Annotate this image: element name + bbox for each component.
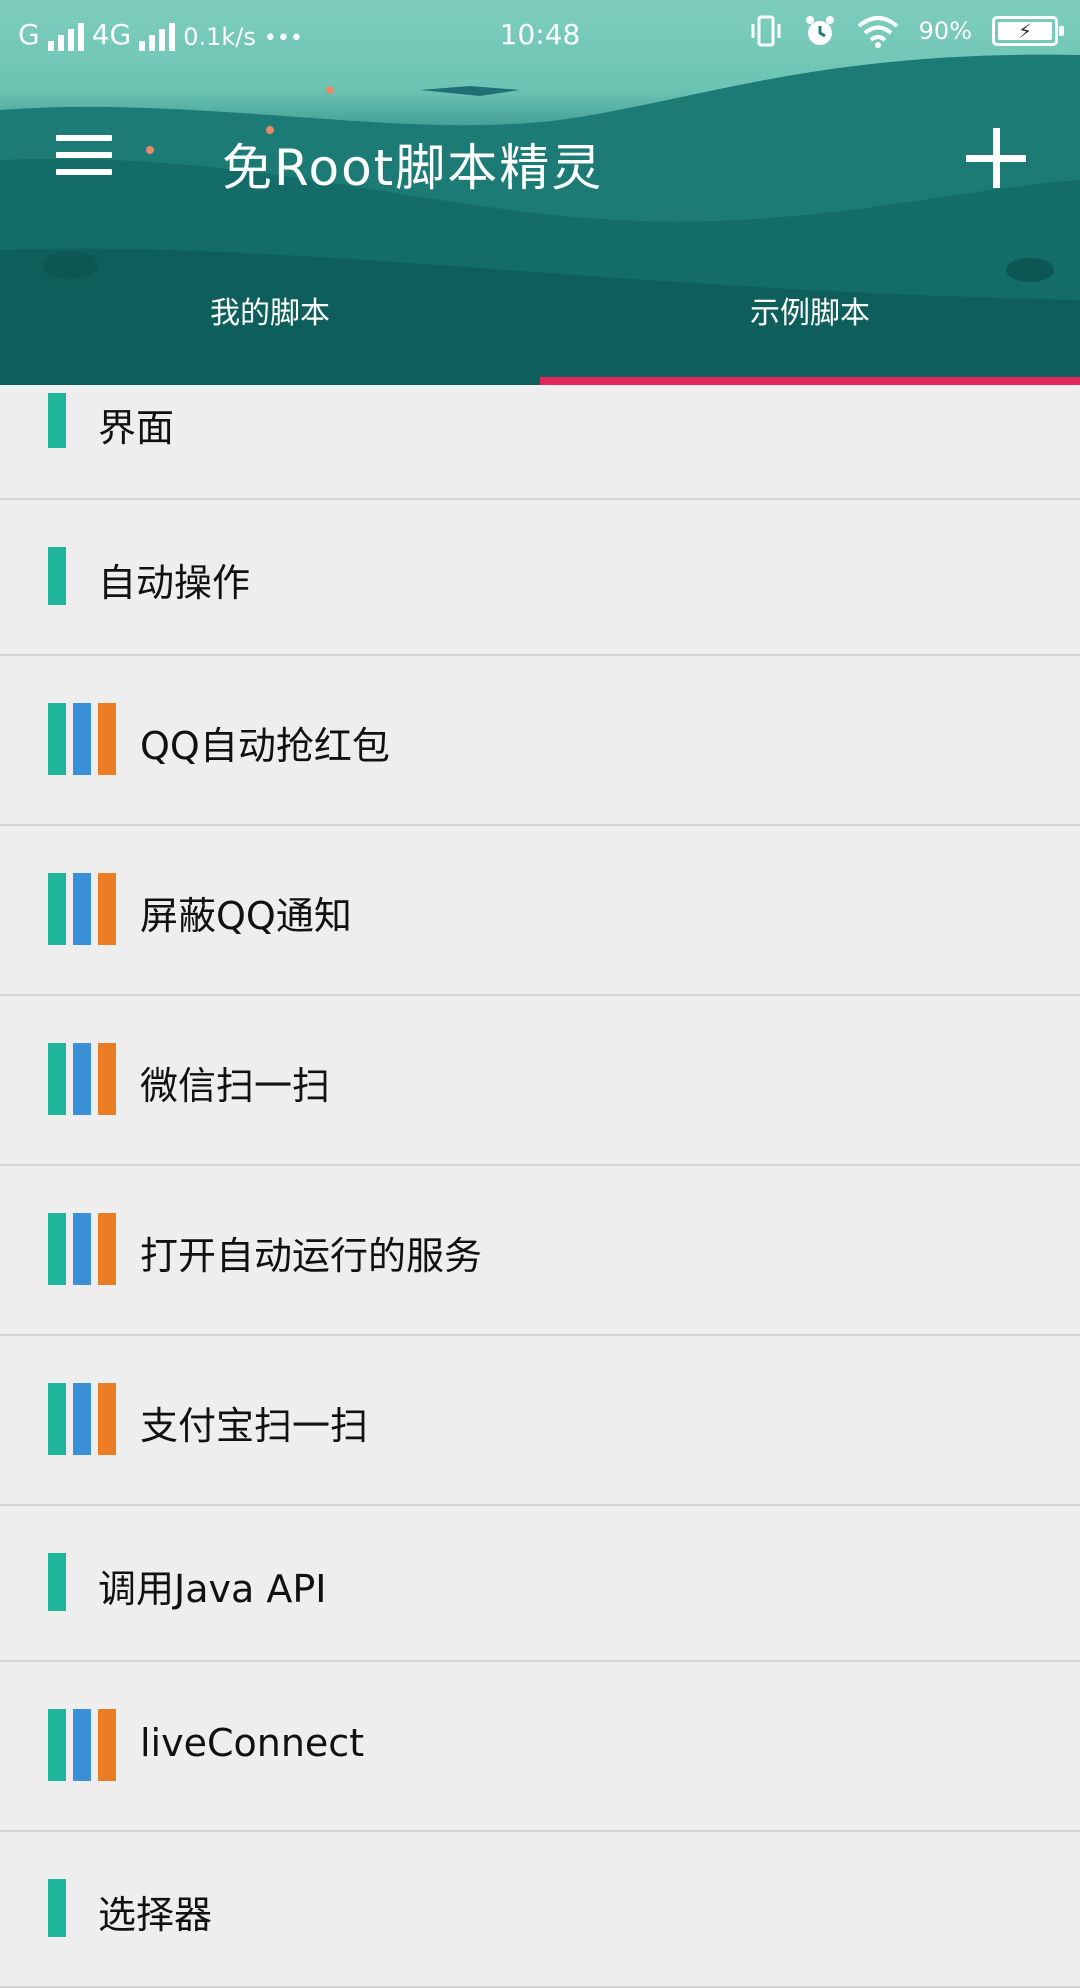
color-bar-icon [48, 547, 66, 605]
list-item[interactable]: 屏蔽QQ通知 [0, 826, 1080, 996]
list-item[interactable]: 选择器 [0, 1832, 1080, 1988]
color-bars-icon [48, 703, 116, 775]
list-item[interactable]: 自动操作 [0, 500, 1080, 656]
wifi-icon [857, 16, 898, 48]
list-item-label: 选择器 [98, 1893, 213, 1937]
bar-green [48, 873, 66, 945]
list-item-label: 调用Java API [98, 1567, 327, 1611]
battery-icon: ⚡ [992, 16, 1064, 46]
status-right: 90% ⚡ [749, 14, 1064, 48]
color-bars-icon [48, 1383, 116, 1455]
tab-label: 我的脚本 [210, 296, 330, 331]
list-item-label: liveConnect [140, 1721, 365, 1765]
tab-indicator [540, 377, 1080, 385]
bar-green [48, 547, 66, 605]
tab-bar: 我的脚本 示例脚本 [0, 280, 1080, 385]
list-item-label: 界面 [98, 405, 175, 450]
bar-green [48, 1553, 66, 1611]
bar-green [48, 1213, 66, 1285]
color-bar-icon [48, 1879, 66, 1937]
list-item[interactable]: 界面 [0, 385, 1080, 500]
tab-my-scripts[interactable]: 我的脚本 [0, 280, 540, 385]
bar-blue [73, 703, 91, 775]
add-button[interactable] [966, 128, 1026, 188]
color-bars-icon [48, 1709, 116, 1781]
bar-orange [98, 703, 116, 775]
tab-label: 示例脚本 [750, 296, 870, 331]
list-item-label: 打开自动运行的服务 [140, 1234, 483, 1278]
vibrate-icon [751, 15, 781, 47]
color-bars-icon [48, 1043, 116, 1115]
bar-green [48, 1709, 66, 1781]
color-bar-icon [48, 393, 66, 448]
list-item-label: 自动操作 [98, 561, 251, 605]
status-bar: G 4G 0.1k/s ••• 10:48 90% ⚡ [0, 0, 1080, 70]
list-item[interactable]: 调用Java API [0, 1506, 1080, 1662]
color-bar-icon [48, 1553, 66, 1611]
list-item-label: 支付宝扫一扫 [140, 1404, 369, 1448]
alarm-icon [805, 16, 834, 45]
list-item[interactable]: 微信扫一扫 [0, 996, 1080, 1166]
menu-button[interactable] [56, 135, 112, 175]
bar-orange [98, 1213, 116, 1285]
bar-green [48, 1879, 66, 1937]
tab-example-scripts[interactable]: 示例脚本 [540, 280, 1080, 385]
bar-blue [73, 1043, 91, 1115]
menu-icon [56, 135, 112, 141]
list-item[interactable]: 支付宝扫一扫 [0, 1336, 1080, 1506]
list-item[interactable]: liveConnect [0, 1662, 1080, 1832]
bar-blue [73, 1213, 91, 1285]
bar-orange [98, 1043, 116, 1115]
list-item[interactable]: 打开自动运行的服务 [0, 1166, 1080, 1336]
bar-orange [98, 873, 116, 945]
bar-green [48, 393, 66, 448]
list-item-label: QQ自动抢红包 [140, 724, 390, 768]
app-header: G 4G 0.1k/s ••• 10:48 90% ⚡ 免Root脚本精灵 我的… [0, 0, 1080, 385]
bar-blue [73, 1709, 91, 1781]
bar-orange [98, 1709, 116, 1781]
battery-percent: 90% [918, 17, 972, 45]
list-item-label: 微信扫一扫 [140, 1064, 331, 1108]
color-bars-icon [48, 873, 116, 945]
bar-green [48, 703, 66, 775]
list-item-label: 屏蔽QQ通知 [140, 894, 352, 938]
app-title: 免Root脚本精灵 [222, 139, 604, 197]
bar-orange [98, 1383, 116, 1455]
bar-blue [73, 873, 91, 945]
color-bars-icon [48, 1213, 116, 1285]
bar-green [48, 1383, 66, 1455]
bar-green [48, 1043, 66, 1115]
list-item[interactable]: QQ自动抢红包 [0, 656, 1080, 826]
bar-blue [73, 1383, 91, 1455]
